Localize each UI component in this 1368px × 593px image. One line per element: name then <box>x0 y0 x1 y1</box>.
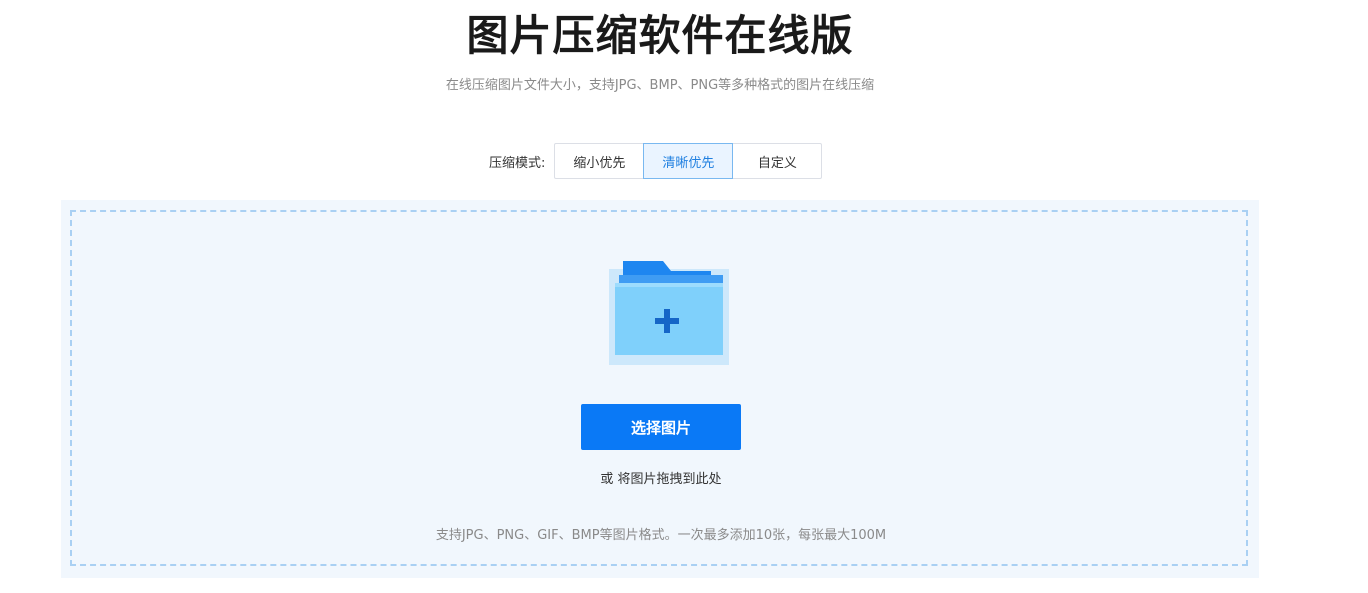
folder-add-icon[interactable] <box>609 257 733 365</box>
drag-drop-hint: 或 将图片拖拽到此处 <box>600 472 722 487</box>
mode-button-label: 缩小优先 <box>573 155 626 171</box>
mode-button-label: 自定义 <box>757 155 797 171</box>
compression-mode-label: 压缩模式: <box>489 155 546 171</box>
page: 图片压缩软件在线版 在线压缩图片文件大小，支持JPG、BMP、PNG等多种格式的… <box>0 0 1368 593</box>
upload-panel: 选择图片 或 将图片拖拽到此处 支持JPG、PNG、GIF、BMP等图片格式。一… <box>61 200 1259 578</box>
select-image-button[interactable]: 选择图片 <box>581 404 741 450</box>
mode-clarity-first-button[interactable]: 清晰优先 <box>643 143 734 179</box>
compression-mode-row: 压缩模式: 缩小优先 清晰优先 自定义 <box>489 143 823 179</box>
mode-button-label: 清晰优先 <box>662 155 715 171</box>
mode-custom-button[interactable]: 自定义 <box>732 143 823 179</box>
mode-size-first-button[interactable]: 缩小优先 <box>554 143 645 179</box>
supported-formats-hint: 支持JPG、PNG、GIF、BMP等图片格式。一次最多添加10张，每张最大100… <box>435 528 887 543</box>
compression-mode-group: 缩小优先 清晰优先 自定义 <box>554 143 823 179</box>
page-title: 图片压缩软件在线版 <box>466 11 854 60</box>
upload-drop-zone[interactable]: 选择图片 或 将图片拖拽到此处 支持JPG、PNG、GIF、BMP等图片格式。一… <box>70 210 1248 566</box>
page-subtitle: 在线压缩图片文件大小，支持JPG、BMP、PNG等多种格式的图片在线压缩 <box>445 78 875 93</box>
